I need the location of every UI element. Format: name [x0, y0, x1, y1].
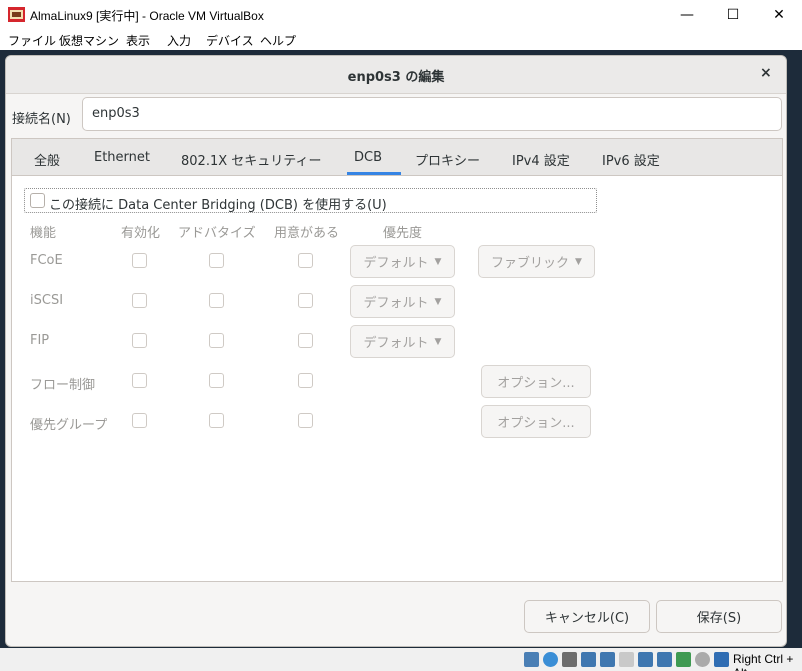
fcoe-willing-checkbox[interactable]	[298, 253, 313, 268]
iscsi-willing-checkbox[interactable]	[298, 293, 313, 308]
host-menubar: ファイル 仮想マシン 表示 入力 デバイス ヘルプ	[0, 30, 802, 50]
row-flow-control-label: フロー制御	[30, 378, 96, 393]
priority-group-willing-checkbox[interactable]	[298, 413, 313, 428]
tab-bar: 全般 Ethernet 802.1X セキュリティー DCB プロキシー IPv…	[12, 139, 782, 176]
display-icon	[638, 652, 653, 667]
menu-devices[interactable]: デバイス	[206, 32, 254, 49]
hard-disk-icon	[524, 652, 539, 667]
menu-view[interactable]: 表示	[126, 32, 150, 49]
header-advertise: アドバタイズ	[178, 226, 256, 241]
flow-control-advertise-checkbox[interactable]	[209, 373, 224, 388]
tab-proxy[interactable]: プロキシー	[415, 150, 480, 169]
fip-priority-dropdown[interactable]: デフォルト ▼	[350, 325, 455, 358]
maximize-icon: ☐	[726, 7, 740, 23]
host-key-label: Right Ctrl + Alt	[733, 652, 794, 671]
edit-connection-dialog: enp0s3 の編集 × 接続名(N) enp0s3 全般 Ethernet 8…	[5, 55, 787, 647]
priority-group-advertise-checkbox[interactable]	[209, 413, 224, 428]
recording-icon	[657, 652, 672, 667]
tab-ipv4[interactable]: IPv4 設定	[512, 150, 570, 169]
shared-folders-icon	[619, 652, 634, 667]
usb-icon	[600, 652, 615, 667]
dialog-header: enp0s3 の編集 ×	[6, 56, 786, 94]
fcoe-mode-value: ファブリック	[491, 256, 570, 271]
fcoe-priority-value: デフォルト	[363, 256, 429, 271]
iscsi-advertise-checkbox[interactable]	[209, 293, 224, 308]
dcb-enable-row[interactable]: この接続に Data Center Bridging (DCB) を使用する(U…	[24, 188, 597, 213]
row-iscsi-label: iSCSI	[30, 293, 64, 308]
cancel-button[interactable]: キャンセル(C)	[524, 600, 650, 633]
tab-ipv6[interactable]: IPv6 設定	[602, 150, 660, 169]
dialog-close-icon[interactable]: ×	[760, 65, 772, 81]
window-titlebar: AlmaLinux9 [実行中] - Oracle VM VirtualBox …	[0, 0, 802, 30]
minimize-icon: —	[680, 7, 694, 23]
keyboard-capture-icon	[714, 652, 729, 667]
tab-ethernet[interactable]: Ethernet	[94, 150, 150, 165]
priority-group-enable-checkbox[interactable]	[132, 413, 147, 428]
minimize-button[interactable]: —	[664, 0, 710, 30]
flow-control-enable-checkbox[interactable]	[132, 373, 147, 388]
menu-help[interactable]: ヘルプ	[260, 32, 296, 49]
chevron-down-icon: ▼	[434, 256, 442, 267]
maximize-button[interactable]: ☐	[710, 0, 756, 30]
dcb-enable-checkbox[interactable]	[30, 193, 45, 208]
settings-notebook: 全般 Ethernet 802.1X セキュリティー DCB プロキシー IPv…	[11, 138, 783, 582]
row-priority-group-label: 優先グループ	[30, 418, 108, 433]
connection-name-label: 接続名(N)	[12, 112, 71, 127]
menu-machine[interactable]: 仮想マシン	[59, 32, 119, 49]
close-window-button[interactable]: ✕	[756, 0, 802, 30]
virtualbox-app-icon	[8, 7, 25, 22]
host-statusbar: Right Ctrl + Alt	[0, 648, 802, 671]
header-feature: 機能	[30, 226, 57, 241]
dcb-enable-label: この接続に Data Center Bridging (DCB) を使用する(U…	[49, 198, 387, 213]
fip-enable-checkbox[interactable]	[132, 333, 147, 348]
priority-group-options-button[interactable]: オプション...	[481, 405, 591, 438]
row-fcoe-label: FCoE	[30, 253, 63, 268]
tab-8021x-security[interactable]: 802.1X セキュリティー	[181, 150, 321, 169]
chevron-down-icon: ▼	[575, 256, 582, 267]
menu-input[interactable]: 入力	[167, 32, 191, 49]
cpu-activity-icon	[676, 652, 691, 667]
row-fip-label: FIP	[30, 333, 50, 348]
iscsi-priority-value: デフォルト	[363, 296, 429, 311]
fcoe-mode-dropdown[interactable]: ファブリック ▼	[478, 245, 595, 278]
audio-icon	[562, 652, 577, 667]
header-priority: 優先度	[383, 226, 423, 241]
active-tab-indicator	[347, 172, 401, 175]
tab-dcb[interactable]: DCB	[354, 150, 382, 165]
window-title: AlmaLinux9 [実行中] - Oracle VM VirtualBox	[30, 9, 264, 23]
fcoe-enable-checkbox[interactable]	[132, 253, 147, 268]
mouse-integration-icon	[695, 652, 710, 667]
flow-control-options-button[interactable]: オプション...	[481, 365, 591, 398]
chevron-down-icon: ▼	[434, 336, 442, 347]
flow-control-willing-checkbox[interactable]	[298, 373, 313, 388]
connection-name-input[interactable]: enp0s3	[82, 97, 782, 131]
header-willing: 用意がある	[274, 226, 340, 241]
tab-general[interactable]: 全般	[34, 150, 60, 169]
network-icon	[581, 652, 596, 667]
fip-willing-checkbox[interactable]	[298, 333, 313, 348]
close-icon: ✕	[773, 7, 785, 23]
header-enable: 有効化	[121, 226, 161, 241]
optical-drive-icon	[543, 652, 558, 667]
dialog-title: enp0s3 の編集	[347, 70, 445, 85]
fcoe-advertise-checkbox[interactable]	[209, 253, 224, 268]
save-button[interactable]: 保存(S)	[656, 600, 782, 633]
menu-file[interactable]: ファイル	[8, 32, 56, 49]
fip-priority-value: デフォルト	[363, 336, 429, 351]
fip-advertise-checkbox[interactable]	[209, 333, 224, 348]
fcoe-priority-dropdown[interactable]: デフォルト ▼	[350, 245, 455, 278]
iscsi-enable-checkbox[interactable]	[132, 293, 147, 308]
iscsi-priority-dropdown[interactable]: デフォルト ▼	[350, 285, 455, 318]
chevron-down-icon: ▼	[434, 296, 442, 307]
